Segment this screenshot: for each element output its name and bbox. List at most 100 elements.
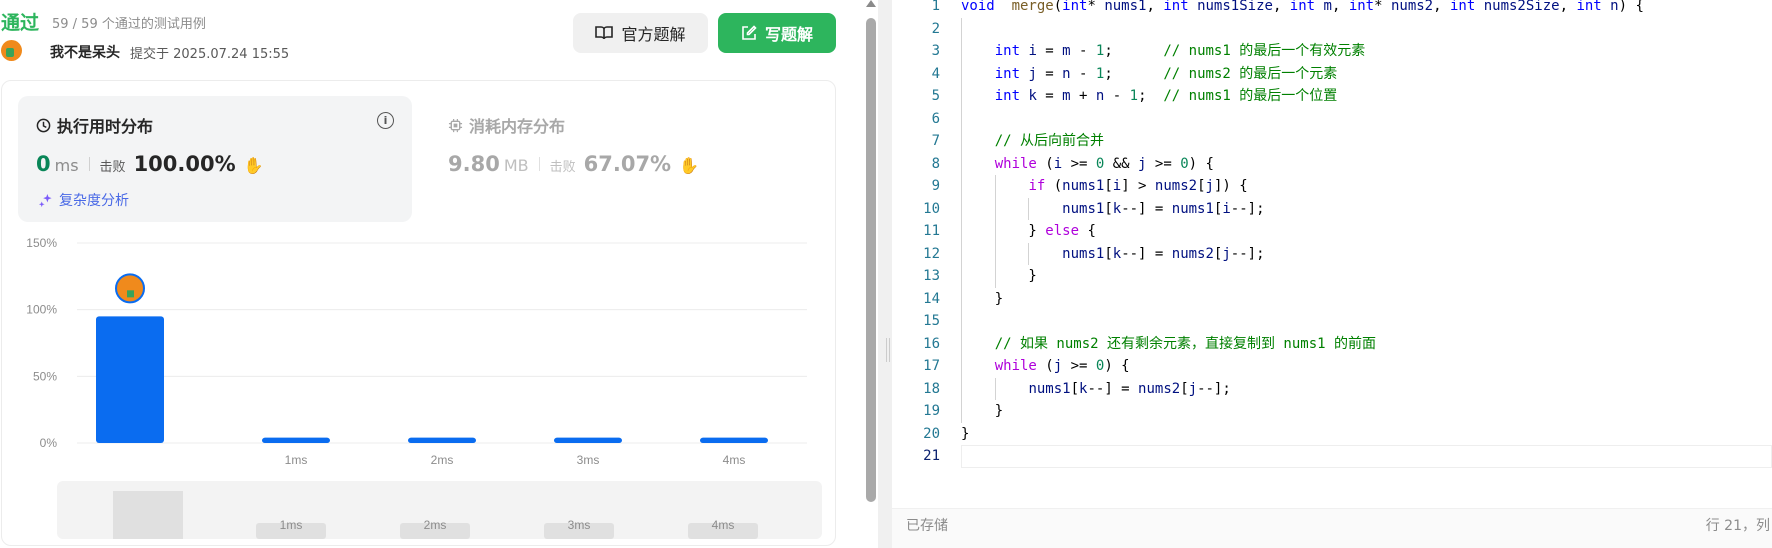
line-number: 17 [923,358,940,374]
code-line[interactable]: 20} [892,423,1772,446]
indent-guide [994,377,996,400]
code-line[interactable]: 8 while (i >= 0 && j >= 0) { [892,153,1772,176]
indent-guide [961,17,962,423]
code-line[interactable]: 1 void merge(int* nums1, int nums1Size, i… [892,0,1772,18]
line-number: 9 [931,178,940,194]
indent-guide [1028,242,1030,265]
left-scrollbar[interactable] [866,18,876,502]
code-line[interactable]: 16 // 如果 nums2 还有剩余元素，直接复制到 nums1 的前面 [892,333,1772,356]
scroll-up-arrow[interactable] [866,0,876,7]
line-number: 2 [931,20,940,37]
line-number: 13 [923,268,940,284]
status-label: 通过 [1,12,40,34]
code-line[interactable]: 10 nums1[k--] = nums1[i--]; [892,198,1772,221]
code-text: nums1[k--] = nums2[j--]; [1062,245,1265,262]
panel-gap [878,0,892,548]
panel-splitter[interactable] [886,338,890,362]
bar [408,437,476,443]
x-tick-label: 2ms [431,453,454,467]
code-text: } [961,268,1037,284]
code-lines[interactable]: 1 void merge(int* nums1, int nums1Size, i… [892,0,1772,468]
editor-footer: 已存储 行 21，列 [892,508,1772,548]
code-text: if (nums1[i] > nums2[j]) { [1028,178,1248,194]
overview-bar [113,491,183,539]
line-number: 18 [923,380,940,397]
code-editor[interactable]: 1 void merge(int* nums1, int nums1Size, i… [892,0,1772,548]
code-line[interactable]: 9 if (nums1[i] > nums2[j]) { [892,175,1772,198]
code-line[interactable]: 11 } else { [892,220,1772,243]
line-number: 14 [923,290,940,307]
x-tick-label: 1ms [285,453,308,467]
line-number: 7 [931,133,940,149]
bar [700,437,768,443]
x-tick-label: 4ms [723,453,746,467]
line-number: 3 [931,43,940,59]
official-solution-button[interactable]: 官方题解 [573,13,708,53]
code-line[interactable]: 19 } [892,400,1772,423]
bar [554,437,622,443]
submitted-time: 提交于 2025.07.24 15:55 [130,47,290,62]
overview-label: 3ms [568,518,591,532]
chart-overview[interactable]: 1ms 2ms 3ms 4ms [57,481,822,539]
overview-chart: 1ms 2ms 3ms 4ms [113,491,758,539]
code-text: while (j >= 0) { [994,358,1130,374]
code-line[interactable]: 12 nums1[k--] = nums2[j--]; [892,243,1772,266]
current-line-highlight [961,445,1772,468]
overview-label: 4ms [712,518,735,532]
bar [96,316,164,443]
user-marker [115,273,145,304]
indent-guide [1028,197,1030,220]
line-number: 16 [923,335,940,352]
code-line[interactable]: 2 [892,18,1772,41]
code-line[interactable]: 7 // 从后向前合并 [892,130,1772,153]
overview-label: 2ms [424,518,447,532]
book-icon [595,26,614,40]
code-line[interactable]: 14 } [892,288,1772,311]
x-tick-label: 3ms [577,453,600,467]
code-text: int k = m + n - 1; // nums1 的最后一个位置 [994,88,1338,104]
line-number: 4 [931,65,940,82]
saved-status: 已存储 [906,518,948,534]
code-line[interactable]: 13 } [892,265,1772,288]
code-text: while (i >= 0 && j >= 0) { [994,155,1214,172]
code-line[interactable]: 4 int j = n - 1; // nums2 的最后一个元素 [892,63,1772,86]
y-tick-label: 150% [26,236,57,250]
code-line[interactable]: 21 [892,445,1772,468]
edit-icon [742,25,757,40]
line-number: 10 [923,200,940,217]
tests-passed: 59 / 59 个通过的测试用例 [52,17,206,32]
bar [262,437,330,443]
code-text: int i = m - 1; // nums1 的最后一个有效元素 [994,43,1366,59]
submission-panel: 通过 59 / 59 个通过的测试用例 我不是呆头 提交于 2025.07.24… [0,0,858,548]
line-number: 11 [923,223,940,239]
indent-guide [994,175,996,288]
cursor-position: 行 21，列 [1705,518,1770,534]
y-tick-label: 0% [40,436,58,450]
line-number: 1 [931,0,940,14]
code-line[interactable]: 6 [892,108,1772,131]
y-tick-label: 50% [33,369,57,383]
code-text: nums1[k--] = nums2[j--]; [1028,380,1231,397]
username[interactable]: 我不是呆头 [50,42,120,62]
code-line[interactable]: 5 int k = m + n - 1; // nums1 的最后一个位置 [892,85,1772,108]
code-text: } [961,425,970,442]
code-text: } else { [961,223,1096,239]
code-line[interactable]: 17 while (j >= 0) { [892,355,1772,378]
code-line[interactable]: 3 int i = m - 1; // nums1 的最后一个有效元素 [892,40,1772,63]
code-line[interactable]: 18 nums1[k--] = nums2[j--]; [892,378,1772,401]
runtime-distribution-chart[interactable]: 150% 100% 50% 0% 1ms 2ms 3ms 4ms [2,81,836,546]
code-text: nums1[k--] = nums1[i--]; [1062,200,1265,217]
y-tick-label: 100% [26,303,57,317]
line-number: 5 [931,88,940,104]
line-number: 15 [923,313,940,329]
code-line[interactable]: 15 [892,310,1772,333]
avatar[interactable] [1,40,22,61]
code-text: } [961,290,1004,307]
write-solution-label: 写题解 [764,25,813,44]
line-number: 20 [923,425,940,442]
user-marker-avatar [127,290,134,298]
line-number: 8 [931,155,940,172]
line-number: 19 [923,403,940,419]
write-solution-button[interactable]: 写题解 [718,13,836,53]
code-text: // 如果 nums2 还有剩余元素，直接复制到 nums1 的前面 [994,335,1377,352]
